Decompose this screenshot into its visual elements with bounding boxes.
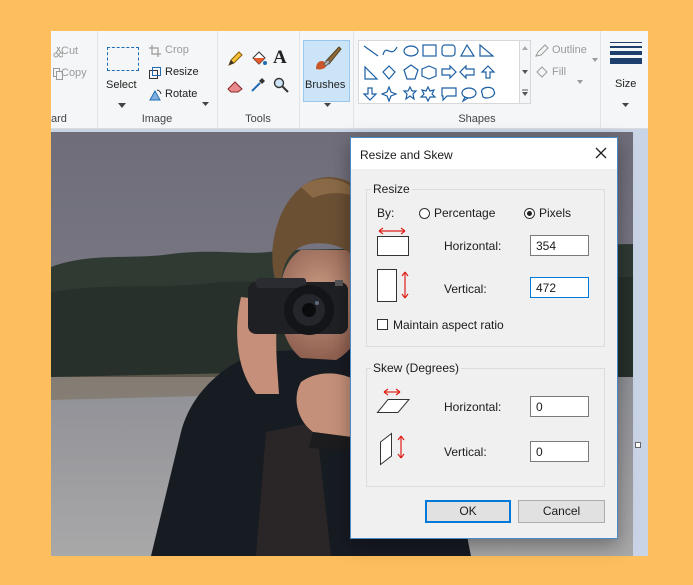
outline-chevron-icon [592,49,598,67]
maintain-aspect-box [377,319,388,330]
ribbon: Cut Copy ard Select Crop Resize Rotate I… [51,31,648,129]
skew-vertical-icon [379,432,409,469]
select-label: Select [106,79,137,91]
skew-horizontal-input[interactable]: 0 [530,396,589,417]
brushes-chevron-icon [324,94,331,112]
resize-vertical-label: Vertical: [444,282,487,296]
text-icon[interactable]: A [273,47,287,69]
skew-section-label: Skew (Degrees) [371,361,462,375]
select-icon [107,47,139,71]
magnifier-icon[interactable] [273,77,289,98]
chevron-down-icon [118,95,126,113]
image-group: Select Crop Resize Rotate Image [97,31,218,128]
skew-horizontal-icon [376,388,412,419]
percentage-label: Percentage [434,206,496,220]
crop-button[interactable]: Crop [165,44,189,56]
by-label: By: [377,206,395,220]
fill-bucket-icon[interactable] [250,50,267,72]
pixels-label: Pixels [539,206,572,220]
size-button[interactable]: Size [608,40,644,107]
close-icon[interactable] [593,145,609,161]
resize-horizontal-input[interactable]: 354 [530,235,589,256]
fill-chevron-icon [577,71,583,89]
pixels-radio[interactable]: Pixels [524,206,594,222]
resize-horizontal-label: Horizontal: [444,239,502,253]
resize-horizontal-icon [376,224,412,261]
pixels-radio-circle [524,208,535,219]
outline-button[interactable]: Outline [552,44,587,56]
resize-handle[interactable] [635,442,641,448]
tools-group-label: Tools [245,113,271,125]
resize-skew-dialog: Resize and Skew Resize By: Percentage Pi… [350,137,618,539]
eraser-icon[interactable] [227,79,244,98]
shapes-gallery[interactable] [358,40,520,104]
maintain-aspect-label: Maintain aspect ratio [393,318,504,332]
resize-vertical-icon [376,268,412,307]
brushes-button[interactable]: Brushes [303,40,350,107]
maintain-aspect-checkbox[interactable]: Maintain aspect ratio [376,318,516,334]
skew-vertical-input[interactable]: 0 [530,441,589,462]
clipboard-group-label: ard [51,113,67,125]
color-picker-icon[interactable] [250,77,266,98]
outline-icon [535,44,549,62]
resize-icon [149,66,161,84]
resize-vertical-input[interactable]: 472 [530,277,589,298]
size-icon [610,42,642,64]
skew-vertical-label: Vertical: [444,445,487,459]
size-label: Size [615,78,637,90]
tools-group: A Tools [217,31,300,128]
brushes-label: Brushes [305,79,346,91]
clipboard-group: Cut Copy ard [51,31,98,128]
rotate-chevron-icon [202,93,209,111]
percentage-radio[interactable]: Percentage [419,206,519,222]
shapes-group-label: Shapes [458,113,496,125]
image-group-label: Image [141,113,173,125]
brush-icon [312,45,342,78]
copy-button[interactable]: Copy [61,67,87,79]
cancel-button[interactable]: Cancel [518,500,605,523]
shapes-group: Outline Fill Shapes [354,31,601,128]
select-button[interactable]: Select [103,43,143,108]
pencil-icon[interactable] [227,51,243,72]
cut-button[interactable]: Cut [61,45,78,57]
dialog-title: Resize and Skew [360,148,453,162]
skew-section [366,368,605,487]
fill-icon [535,66,549,84]
shapes-gallery-icons [362,43,496,103]
size-chevron-icon [622,94,629,112]
rotate-button[interactable]: Rotate [165,88,197,100]
percentage-radio-circle [419,208,430,219]
shapes-scrollbar[interactable] [519,40,531,104]
rotate-icon [149,88,162,106]
resize-button[interactable]: Resize [165,66,199,78]
dialog-titlebar[interactable]: Resize and Skew [351,138,617,169]
ok-button[interactable]: OK [425,500,511,523]
crop-icon [149,44,161,62]
resize-section-label: Resize [371,182,412,196]
skew-horizontal-label: Horizontal: [444,400,502,414]
fill-button[interactable]: Fill [552,66,566,78]
